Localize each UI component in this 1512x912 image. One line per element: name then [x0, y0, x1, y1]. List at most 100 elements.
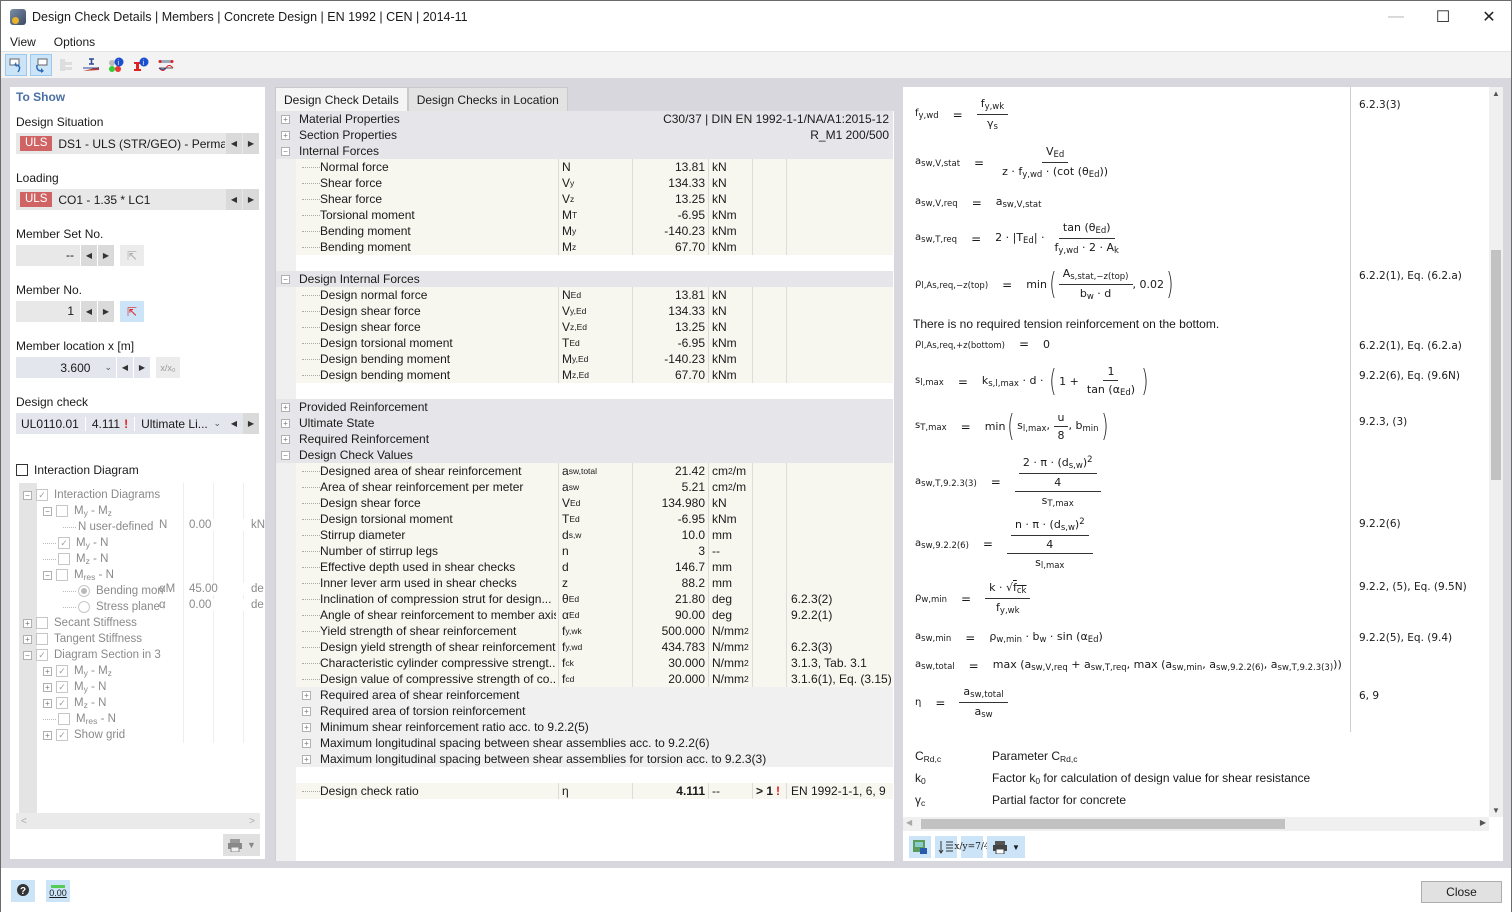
tree-item[interactable]: + ✓ Mz - N: [43, 695, 106, 711]
tab-design-checks-in-location[interactable]: Design Checks in Location: [407, 87, 568, 111]
next-location-button[interactable]: ▶: [134, 357, 150, 378]
prev-design-check-button[interactable]: ◀: [226, 413, 242, 434]
expand-icon[interactable]: +: [281, 434, 290, 444]
tree-item[interactable]: + Tangent Stiffness: [23, 631, 142, 647]
tree-checkbox[interactable]: [56, 505, 68, 517]
member-location-select[interactable]: 3.600 ⌄: [16, 357, 116, 378]
next-design-check-button[interactable]: ▶: [243, 413, 259, 434]
tree-checkbox[interactable]: ✓: [58, 537, 70, 549]
scroll-thumb[interactable]: [1491, 250, 1501, 480]
expand-icon[interactable]: +: [302, 690, 311, 700]
section-button[interactable]: [80, 54, 102, 76]
expand-icon[interactable]: +: [281, 402, 290, 412]
scroll-up-icon[interactable]: ▲: [1492, 89, 1500, 98]
menu-options[interactable]: Options: [45, 35, 104, 49]
collapse-icon[interactable]: −: [43, 506, 52, 516]
info-colors-button[interactable]: i: [105, 54, 127, 76]
section-section-properties[interactable]: + Section Properties R_M1 200/500: [276, 127, 893, 143]
tree-item[interactable]: Mres - N: [43, 711, 116, 727]
member-set-field[interactable]: -- ◀ ▶ ⇱: [16, 245, 151, 266]
next-loading-button[interactable]: ▶: [243, 189, 259, 210]
collapse-icon[interactable]: −: [43, 570, 52, 580]
loading-select[interactable]: ULS CO1 - 1.35 * LC1 ◀ ▶: [16, 189, 259, 210]
tree-item[interactable]: + ✓ Show grid: [43, 727, 125, 743]
collapse-icon[interactable]: −: [23, 650, 32, 660]
print-formula-button[interactable]: ▼: [987, 836, 1025, 858]
help-button[interactable]: ?: [11, 880, 35, 902]
next-member-button[interactable]: ▶: [98, 301, 114, 322]
pick-member-set-button[interactable]: ⇱: [120, 245, 144, 266]
collapse-icon[interactable]: −: [281, 450, 290, 460]
tree-horizontal-scrollbar[interactable]: < >: [16, 813, 260, 829]
sub-section[interactable]: + Maximum longitudinal spacing between sh…: [296, 751, 893, 767]
tree-value[interactable]: 0.00: [189, 519, 245, 531]
radio-button[interactable]: [78, 585, 90, 597]
collapse-icon[interactable]: −: [281, 146, 290, 156]
expand-icon[interactable]: +: [302, 722, 311, 732]
expand-icon[interactable]: +: [43, 698, 52, 708]
member-location-field[interactable]: 3.600 ⌄ ◀ ▶ x/x₀: [16, 357, 186, 378]
tree-item[interactable]: N user-defined: [63, 519, 153, 535]
minimize-button[interactable]: —: [1373, 1, 1419, 32]
close-button[interactable]: Close: [1421, 881, 1502, 903]
formula-horizontal-scrollbar[interactable]: ◀ ▶: [903, 817, 1489, 831]
formula-vertical-scrollbar[interactable]: ▲ ▼: [1489, 87, 1503, 817]
sub-section[interactable]: + Required area of shear reinforcement: [296, 687, 893, 703]
section-collapsed[interactable]: + Ultimate State: [276, 415, 893, 431]
next-design-situation-button[interactable]: ▶: [243, 133, 259, 154]
collapse-icon[interactable]: −: [23, 490, 32, 500]
section-material-properties[interactable]: + Material Properties C30/37 | DIN EN 1992…: [276, 111, 893, 127]
tree-item[interactable]: Mz - N: [43, 551, 108, 567]
tree-item[interactable]: Stress plane a: [63, 599, 164, 615]
expand-icon[interactable]: +: [281, 418, 290, 428]
pick-member-button[interactable]: ⇱: [120, 301, 144, 322]
collapse-icon[interactable]: −: [281, 274, 290, 284]
close-window-button[interactable]: ✕: [1466, 1, 1512, 32]
expand-icon[interactable]: +: [302, 706, 311, 716]
menu-view[interactable]: View: [1, 35, 45, 49]
prev-member-set-button[interactable]: ◀: [81, 245, 97, 266]
prev-location-button[interactable]: ◀: [117, 357, 133, 378]
tree-checkbox[interactable]: ✓: [36, 649, 48, 661]
sub-section[interactable]: + Minimum shear reinforcement ratio acc. …: [296, 719, 893, 735]
tree-item[interactable]: − My - Mz: [43, 503, 112, 519]
member-set-value[interactable]: --: [16, 245, 80, 266]
tree-checkbox[interactable]: [36, 617, 48, 629]
expand-icon[interactable]: +: [23, 618, 32, 628]
units-decimals-button[interactable]: 0.00: [46, 880, 70, 902]
member-no-value[interactable]: 1: [16, 301, 80, 322]
section-collapsed[interactable]: + Required Reinforcement: [276, 431, 893, 447]
list-button[interactable]: [55, 54, 77, 76]
tree-checkbox[interactable]: ✓: [56, 681, 68, 693]
tree-item[interactable]: − ✓ Diagram Section in 3: [23, 647, 161, 663]
expand-icon[interactable]: +: [302, 738, 311, 748]
member-diagram-button[interactable]: [155, 54, 177, 76]
member-no-field[interactable]: 1 ◀ ▶ ⇱: [16, 301, 151, 322]
design-situation-select[interactable]: ULS DS1 - ULS (STR/GEO) - Permane... ◀ ▶: [16, 133, 259, 154]
formula-values-button[interactable]: x/y=7/4: [954, 836, 990, 858]
relative-location-button[interactable]: x/x₀: [156, 357, 180, 378]
interaction-diagram-toggle[interactable]: Interaction Diagram: [16, 463, 139, 477]
sub-section[interactable]: + Maximum longitudinal spacing between sh…: [296, 735, 893, 751]
tree-checkbox[interactable]: ✓: [56, 665, 68, 677]
expand-icon[interactable]: +: [43, 730, 52, 740]
scroll-thumb[interactable]: [921, 819, 1285, 829]
maximize-button[interactable]: ☐: [1420, 1, 1466, 32]
expand-icon[interactable]: +: [43, 666, 52, 676]
radio-button[interactable]: [78, 601, 90, 613]
tree-checkbox[interactable]: ✓: [36, 489, 48, 501]
next-check-button[interactable]: [30, 54, 52, 76]
design-check-select[interactable]: UL0110.01 4.111 ! Ultimate Li... ⌄ ◀ ▶: [16, 413, 259, 434]
tree-item[interactable]: + Secant Stiffness: [23, 615, 137, 631]
scroll-down-icon[interactable]: ▼: [1492, 806, 1500, 815]
section-design-internal-forces[interactable]: − Design Internal Forces: [276, 271, 893, 287]
tree-checkbox[interactable]: [58, 553, 70, 565]
section-internal-forces[interactable]: − Internal Forces: [276, 143, 893, 159]
tree-value[interactable]: 45.00: [189, 583, 245, 595]
previous-check-button[interactable]: [5, 54, 27, 76]
prev-design-situation-button[interactable]: ◀: [226, 133, 242, 154]
expand-icon[interactable]: +: [281, 130, 290, 140]
expand-icon[interactable]: +: [281, 114, 290, 124]
tree-value[interactable]: 0.00: [189, 599, 245, 611]
tab-design-check-details[interactable]: Design Check Details: [275, 87, 408, 111]
